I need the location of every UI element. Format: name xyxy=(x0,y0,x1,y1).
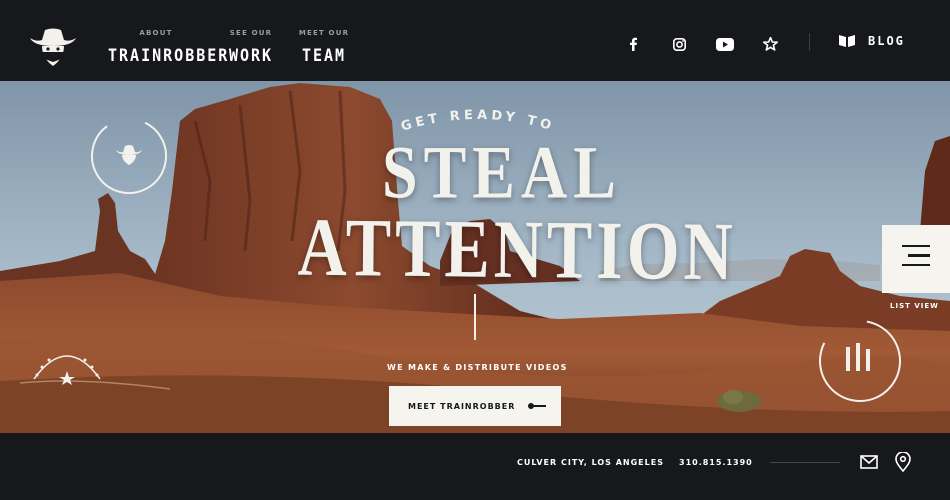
nav-work-small: SEE OUR xyxy=(229,29,273,37)
blog-label: BLOG xyxy=(868,34,905,48)
nav-team-big: TEAM xyxy=(301,44,347,66)
youtube-icon[interactable] xyxy=(714,33,736,55)
film-play-icon[interactable] xyxy=(816,319,904,403)
hero-title-line2: ATTENTION xyxy=(297,200,738,298)
hamburger-menu-button[interactable] xyxy=(882,225,950,293)
blog-link[interactable]: BLOG xyxy=(838,34,905,48)
hero-section: GET READY TO STEAL ATTENTION WE MAKE & D… xyxy=(0,81,950,433)
hero-divider-line xyxy=(474,294,476,340)
star-icon[interactable] xyxy=(759,33,781,55)
cta-label: MEET TRAINROBBER xyxy=(408,401,516,411)
site-footer: CULVER CITY, LOS ANGELES 310.815.1390 xyxy=(0,433,950,500)
instagram-icon[interactable] xyxy=(668,33,690,55)
cowboy-circle-badge-icon xyxy=(91,118,167,194)
hamburger-menu-icon xyxy=(902,244,930,274)
nav-see-our-work[interactable]: SEE OUR WORK xyxy=(222,29,280,66)
arrow-right-icon xyxy=(528,403,546,409)
stars-arc-icon xyxy=(33,355,101,385)
map-pin-icon[interactable] xyxy=(894,452,912,472)
header-divider xyxy=(809,33,810,51)
meet-trainrobber-button[interactable]: MEET TRAINROBBER xyxy=(389,386,561,426)
nav-about-trainrobber[interactable]: ABOUT TRAINROBBER xyxy=(108,29,230,66)
nav-work-big: WORK xyxy=(228,44,274,66)
nav-about-big: TRAINROBBER xyxy=(108,44,230,66)
nav-meet-our-team[interactable]: MEET OUR TEAM xyxy=(294,29,354,66)
list-view-label[interactable]: LIST VIEW xyxy=(890,302,939,310)
nav-team-small: MEET OUR xyxy=(298,29,350,37)
footer-phone[interactable]: 310.815.1390 xyxy=(679,458,753,467)
site-header: ABOUT TRAINROBBER SEE OUR WORK MEET OUR … xyxy=(0,0,950,81)
facebook-icon[interactable] xyxy=(622,33,644,55)
footer-location: CULVER CITY, LOS ANGELES xyxy=(517,458,664,467)
open-book-icon xyxy=(839,35,855,47)
cowboy-bandit-logo-icon[interactable] xyxy=(28,24,78,70)
hero-tagline: WE MAKE & DISTRIBUTE VIDEOS xyxy=(387,363,568,372)
envelope-icon[interactable] xyxy=(860,455,878,469)
nav-about-small: ABOUT xyxy=(139,29,173,37)
footer-divider xyxy=(770,462,840,463)
